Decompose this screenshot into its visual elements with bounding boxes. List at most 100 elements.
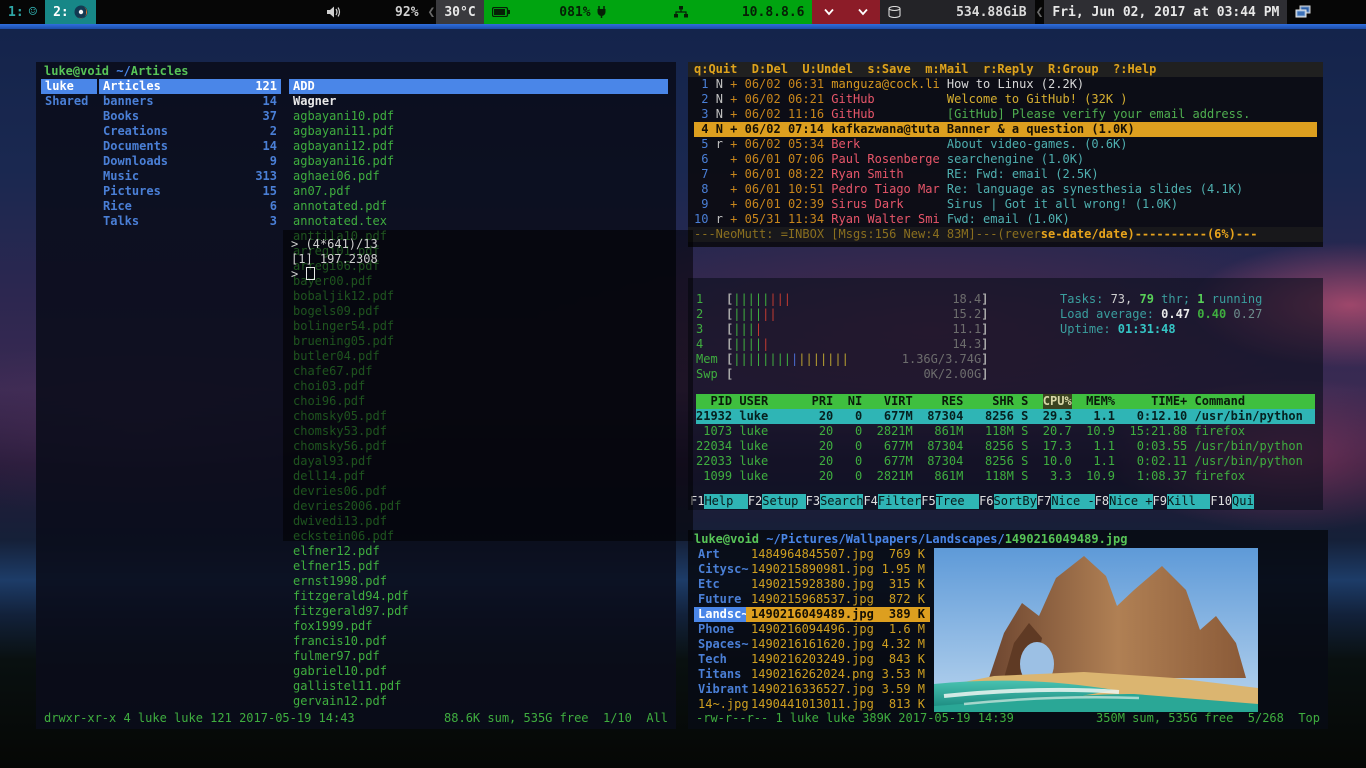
sibling-row[interactable]: Phone xyxy=(694,622,752,637)
preview-file-row[interactable]: fitzgerald94.pdf xyxy=(289,589,668,604)
message-row[interactable]: 3 N + 06/02 11:16 GitHub [GitHub] Please… xyxy=(694,107,1317,122)
parent-dir-row[interactable]: luke xyxy=(41,79,97,94)
preview-file-row[interactable]: fox1999.pdf xyxy=(289,619,668,634)
preview-dir-row[interactable]: Wagner xyxy=(289,94,668,109)
tasks-line-segment: 79 xyxy=(1139,292,1153,306)
preview-file-row[interactable]: agbayani16.pdf xyxy=(289,154,668,169)
preview-file-row[interactable]: agbayani11.pdf xyxy=(289,124,668,139)
preview-file-row[interactable]: gabriel10.pdf xyxy=(289,664,668,679)
directory-row[interactable]: Music313 xyxy=(99,169,281,184)
preview-file-row[interactable]: ernst1998.pdf xyxy=(289,574,668,589)
directory-row[interactable]: banners14 xyxy=(99,94,281,109)
process-row[interactable]: 22034 luke 20 0 677M 87304 8256 S 17.3 1… xyxy=(696,439,1315,454)
fkey-item[interactable]: F5Tree xyxy=(921,494,979,509)
dropdown-module-2[interactable] xyxy=(846,0,880,24)
directory-row[interactable]: Rice6 xyxy=(99,199,281,214)
top-status-bar: 1: ☺ 2: 92% ❮ 30°C 081% xyxy=(0,0,1366,24)
preview-file-row[interactable]: francis10.pdf xyxy=(289,634,668,649)
sibling-row[interactable]: Spaces~ xyxy=(694,637,752,652)
temperature-module[interactable]: 30°C xyxy=(436,0,483,24)
battery-module[interactable]: 081% xyxy=(484,0,667,24)
fkey-item[interactable]: F3Search xyxy=(806,494,864,509)
message-row[interactable]: 6 + 06/01 07:06 Paul Rosenberge searchen… xyxy=(694,152,1317,167)
sibling-row[interactable]: Etc xyxy=(694,577,752,592)
preview-file-row[interactable]: elfner15.pdf xyxy=(289,559,668,574)
directory-row[interactable]: Downloads9 xyxy=(99,154,281,169)
workspace-1[interactable]: 1: ☺ xyxy=(0,0,45,24)
terminal-prompt-line[interactable]: > xyxy=(291,267,685,282)
preview-file-row[interactable]: gallistel11.pdf xyxy=(289,679,668,694)
preview-dir-row[interactable]: ADD xyxy=(289,79,668,94)
workspace-2[interactable]: 2: xyxy=(45,0,96,24)
wallpaper-file-row[interactable]: 1490215928380.jpg315 K xyxy=(746,577,930,592)
clock-module[interactable]: Fri, Jun 02, 2017 at 03:44 PM xyxy=(1044,0,1287,24)
disk-module[interactable]: 534.88GiB xyxy=(880,0,1034,24)
fkey-item[interactable]: F7Nice - xyxy=(1037,494,1095,509)
preview-file-row[interactable]: elfner12.pdf xyxy=(289,544,668,559)
preview-file-row[interactable]: fitzgerald97.pdf xyxy=(289,604,668,619)
fkey-item[interactable]: F6SortBy xyxy=(979,494,1037,509)
process-row[interactable]: 1099 luke 20 0 2821M 861M 118M S 3.3 10.… xyxy=(696,469,1315,484)
file-size: 872 K xyxy=(889,592,925,607)
message-row[interactable]: 4 N + 06/02 07:14 kafkazwana@tuta Banner… xyxy=(694,122,1317,137)
process-table-header[interactable]: PID USER PRI NI VIRT RES SHR S CPU% MEM%… xyxy=(696,394,1315,409)
directory-row[interactable]: Books37 xyxy=(99,109,281,124)
fkey-item[interactable]: F9Kill xyxy=(1153,494,1211,509)
message-row[interactable]: 10 r + 05/31 11:34 Ryan Walter Smi Fwd: … xyxy=(694,212,1317,227)
sibling-row[interactable]: Citysc~ xyxy=(694,562,752,577)
message-row[interactable]: 2 N + 06/02 06:21 GitHub Welcome to GitH… xyxy=(694,92,1317,107)
sibling-row[interactable]: Tech xyxy=(694,652,752,667)
message-row[interactable]: 7 + 06/01 08:22 Ryan Smith RE: Fwd: emai… xyxy=(694,167,1317,182)
wallpaper-file-row[interactable]: 1490216094496.jpg1.6 M xyxy=(746,622,930,637)
volume-module[interactable]: 92% xyxy=(319,0,426,24)
directory-row[interactable]: Documents14 xyxy=(99,139,281,154)
preview-file-row[interactable]: an07.pdf xyxy=(289,184,668,199)
wallpaper-file-row[interactable]: 1490216336527.jpg3.59 M xyxy=(746,682,930,697)
preview-file-row[interactable]: annotated.pdf xyxy=(289,199,668,214)
directory-row[interactable]: Talks3 xyxy=(99,214,281,229)
directory-row[interactable]: Creations2 xyxy=(99,124,281,139)
systray[interactable] xyxy=(1287,0,1366,24)
preview-file-row[interactable]: agbayani12.pdf xyxy=(289,139,668,154)
process-row[interactable]: 21932 luke 20 0 677M 87304 8256 S 29.3 1… xyxy=(696,409,1315,424)
wallpaper-file-row[interactable]: 1484964845507.jpg769 K xyxy=(746,547,930,562)
sibling-row[interactable]: Art xyxy=(694,547,752,562)
wallpaper-file-row[interactable]: 1490215890981.jpg1.95 M xyxy=(746,562,930,577)
fkey-item[interactable]: F8Nice + xyxy=(1095,494,1153,509)
sibling-row[interactable]: 14~.jpg xyxy=(694,697,752,712)
wallpaper-file-row[interactable]: 1490215968537.jpg872 K xyxy=(746,592,930,607)
preview-file-row[interactable]: aghaei06.pdf xyxy=(289,169,668,184)
preview-file-row[interactable]: agbayani10.pdf xyxy=(289,109,668,124)
fkey-item[interactable]: F10Qui xyxy=(1210,494,1253,509)
process-row[interactable]: 22033 luke 20 0 677M 87304 8256 S 10.0 1… xyxy=(696,454,1315,469)
message-row[interactable]: 9 + 06/01 02:39 Sirus Dark Sirus | Got i… xyxy=(694,197,1317,212)
wallpaper-file-row[interactable]: 1490216161620.jpg4.32 M xyxy=(746,637,930,652)
message-row[interactable]: 1 N + 06/02 06:31 manguza@cock.li How to… xyxy=(694,77,1317,92)
preview-file-row[interactable]: annotated.tex xyxy=(289,214,668,229)
dropdown-module-1[interactable] xyxy=(812,0,846,24)
directory-row[interactable]: Articles121 xyxy=(99,79,281,94)
fkey-item[interactable]: F1Help xyxy=(690,494,748,509)
header-sort-column[interactable]: CPU% xyxy=(1043,394,1072,409)
message-row[interactable]: 8 + 06/01 10:51 Pedro Tiago Mar Re: lang… xyxy=(694,182,1317,197)
calculator-terminal[interactable]: > (4*641)/13 [1] 197.2308 > xyxy=(283,230,693,541)
preview-file-row[interactable]: gervain12.pdf xyxy=(289,694,668,709)
parent-dir-row[interactable]: Shared xyxy=(41,94,97,109)
wallpaper-file-row[interactable]: 1490216203249.jpg843 K xyxy=(746,652,930,667)
wallpaper-file-row[interactable]: 1490216262024.png3.53 M xyxy=(746,667,930,682)
fkey-item[interactable]: F2Setup xyxy=(748,494,806,509)
preview-file-row[interactable]: fulmer97.pdf xyxy=(289,649,668,664)
sibling-row[interactable]: Future xyxy=(694,592,752,607)
message-row[interactable]: 5 r + 06/02 05:34 Berk About video-games… xyxy=(694,137,1317,152)
sibling-row[interactable]: Titans xyxy=(694,667,752,682)
network-module[interactable]: 10.8.8.6 xyxy=(666,0,812,24)
process-row[interactable]: 1073 luke 20 0 2821M 861M 118M S 20.7 10… xyxy=(696,424,1315,439)
sibling-row[interactable]: Vibrant xyxy=(694,682,752,697)
directory-row[interactable]: Pictures15 xyxy=(99,184,281,199)
bracket-open: [ xyxy=(726,367,733,382)
disk-summary: 350M sum, 535G free 5/268 Top xyxy=(1096,711,1320,726)
wallpaper-file-row[interactable]: 1490441013011.jpg813 K xyxy=(746,697,930,712)
wallpaper-file-row[interactable]: 1490216049489.jpg389 K xyxy=(746,607,930,622)
fkey-item[interactable]: F4Filter xyxy=(863,494,921,509)
sibling-row[interactable]: Landsc~ xyxy=(694,607,752,622)
